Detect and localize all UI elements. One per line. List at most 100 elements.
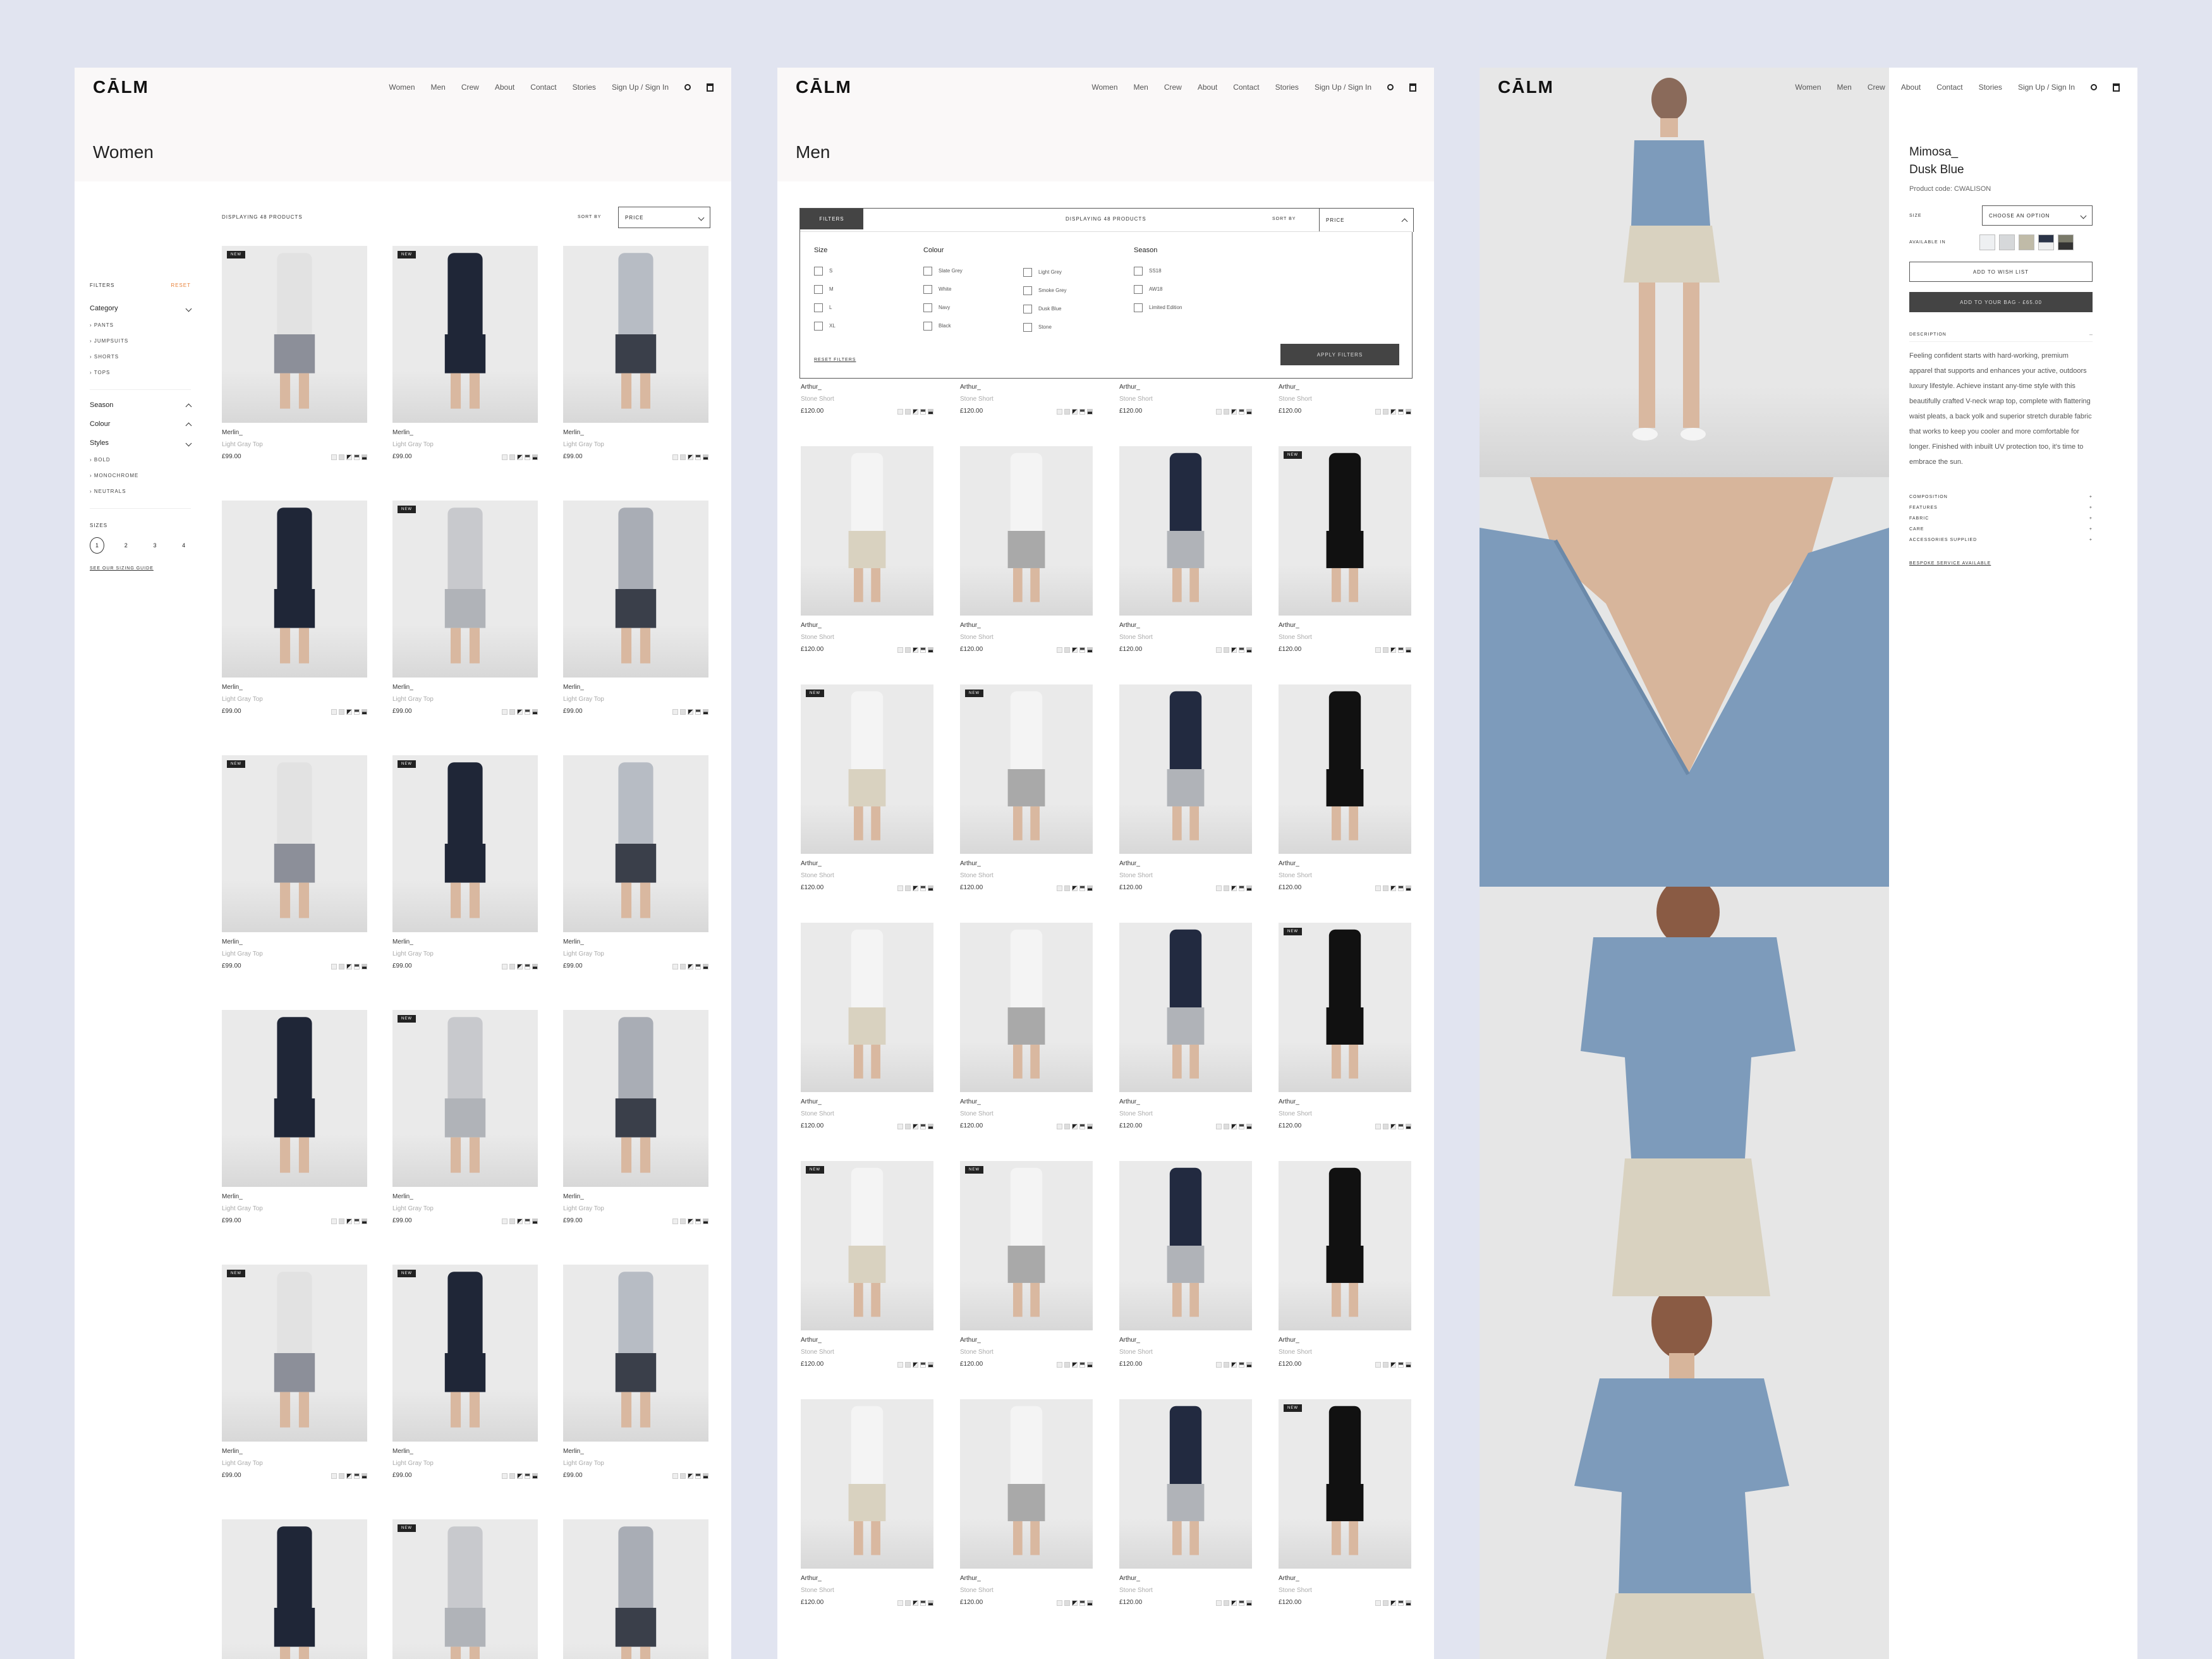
swatch[interactable] — [695, 454, 701, 460]
product-card[interactable]: Arthur_ Stone Short £120.00 — [1119, 923, 1252, 1136]
swatch[interactable] — [1383, 1362, 1389, 1368]
swatch[interactable] — [354, 1473, 360, 1479]
product-image[interactable] — [563, 1519, 708, 1659]
product-card[interactable]: NEW Merlin_ Light Gray Top £99.00 — [392, 1265, 538, 1486]
swatch[interactable] — [517, 1473, 523, 1479]
product-card[interactable]: NEW Arthur_ Stone Short £120.00 — [1279, 1399, 1411, 1613]
swatch[interactable] — [928, 647, 933, 653]
swatch[interactable] — [688, 709, 693, 715]
product-image-closeup[interactable] — [1480, 477, 1889, 887]
sort-select[interactable]: PRICE — [618, 207, 710, 228]
swatch[interactable] — [1231, 647, 1237, 653]
swatch[interactable] — [905, 409, 911, 415]
swatch[interactable] — [362, 454, 367, 460]
product-image[interactable]: NEW — [960, 1161, 1093, 1330]
accordion-accessories[interactable]: ACCESSORIES SUPPLIED + — [1909, 538, 2093, 542]
swatch[interactable] — [928, 1124, 933, 1129]
product-image[interactable]: NEW — [960, 684, 1093, 854]
swatch[interactable] — [703, 964, 708, 969]
swatch[interactable] — [688, 964, 693, 969]
product-card[interactable]: Merlin_ Light Gray Top £99.00 — [563, 1010, 708, 1231]
product-image[interactable]: NEW — [392, 1519, 538, 1659]
product-card[interactable]: NEW Merlin_ Light Gray Top £99.00 — [392, 1010, 538, 1231]
swatch[interactable] — [1375, 647, 1381, 653]
swatch[interactable] — [1239, 885, 1244, 891]
sort-select[interactable]: PRICE — [1319, 208, 1414, 232]
swatch[interactable] — [1375, 885, 1381, 891]
swatch[interactable] — [1383, 1600, 1389, 1606]
style-item[interactable]: › NEUTRALS — [90, 489, 191, 494]
size-checkbox[interactable]: L — [814, 298, 836, 317]
search-icon[interactable] — [2091, 84, 2097, 90]
swatch[interactable] — [695, 964, 701, 969]
product-image[interactable] — [222, 501, 367, 678]
swatch[interactable] — [1064, 1362, 1070, 1368]
swatch[interactable] — [339, 964, 344, 969]
swatch[interactable] — [920, 409, 926, 415]
swatch[interactable] — [703, 709, 708, 715]
size-select[interactable]: CHOOSE AN OPTION — [1982, 205, 2093, 226]
swatch[interactable] — [1057, 1362, 1062, 1368]
product-image[interactable] — [960, 923, 1093, 1092]
product-card[interactable]: NEW Merlin_ Light Gray Top £99.00 — [392, 501, 538, 722]
swatch[interactable] — [354, 454, 360, 460]
product-image[interactable]: NEW — [1279, 923, 1411, 1092]
swatch[interactable] — [1383, 647, 1389, 653]
add-to-bag-button[interactable]: ADD TO YOUR BAG - £65.00 — [1909, 292, 2093, 312]
product-image[interactable] — [222, 1519, 367, 1659]
checkbox[interactable] — [1134, 266, 1143, 276]
product-image[interactable]: NEW — [222, 246, 367, 423]
nav-sign-in[interactable]: Sign Up / Sign In — [2018, 83, 2075, 92]
nav-stories[interactable]: Stories — [573, 83, 596, 92]
product-image[interactable] — [563, 501, 708, 678]
swatch[interactable] — [339, 454, 344, 460]
nav-crew[interactable]: Crew — [1164, 83, 1182, 92]
product-image[interactable] — [1119, 446, 1252, 616]
product-card[interactable]: NEW Arthur_ Stone Short £120.00 — [1279, 446, 1411, 660]
swatch[interactable] — [1224, 885, 1229, 891]
swatch[interactable] — [897, 1600, 903, 1606]
swatch[interactable] — [1398, 1124, 1404, 1129]
nav-crew[interactable]: Crew — [1868, 83, 1885, 92]
swatch[interactable] — [672, 1218, 678, 1224]
product-card[interactable]: Merlin_ Light Gray Top £99.00 — [563, 501, 708, 722]
colour-checkbox[interactable]: Stone — [1023, 318, 1066, 336]
swatch[interactable] — [1216, 885, 1222, 891]
swatch[interactable] — [897, 1362, 903, 1368]
product-card[interactable]: Arthur_ Stone Short £120.00 — [1119, 684, 1252, 898]
swatch[interactable] — [502, 1473, 507, 1479]
swatch[interactable] — [509, 1218, 515, 1224]
nav-women[interactable]: Women — [389, 83, 415, 92]
swatch[interactable] — [502, 709, 507, 715]
brand-logo[interactable]: CĀLM — [93, 77, 149, 97]
swatch[interactable] — [525, 1473, 530, 1479]
colour-checkbox[interactable]: Dusk Blue — [1023, 300, 1066, 318]
nav-contact[interactable]: Contact — [1936, 83, 1962, 92]
swatch[interactable] — [920, 1124, 926, 1129]
size-option[interactable]: 1 — [90, 537, 104, 554]
nav-stories[interactable]: Stories — [1979, 83, 2002, 92]
product-card[interactable]: Arthur_ Stone Short £120.00 — [801, 1399, 933, 1613]
swatch[interactable] — [1057, 1124, 1062, 1129]
swatch[interactable] — [509, 1473, 515, 1479]
product-card[interactable]: NEW Arthur_ Stone Short £120.00 — [801, 1161, 933, 1375]
swatch[interactable] — [1216, 647, 1222, 653]
product-image[interactable]: NEW — [801, 684, 933, 854]
product-card[interactable]: NEW Merlin_ Light Gray Top £99.00 — [222, 1265, 367, 1486]
swatch[interactable] — [928, 1362, 933, 1368]
product-image[interactable] — [563, 1265, 708, 1442]
swatch-stone[interactable] — [2019, 234, 2034, 250]
filters-tab[interactable]: FILTERS — [800, 209, 863, 229]
swatch[interactable] — [920, 885, 926, 891]
swatch[interactable] — [913, 647, 918, 653]
product-image[interactable]: NEW — [392, 246, 538, 423]
swatch[interactable] — [703, 1473, 708, 1479]
swatch[interactable] — [346, 1218, 352, 1224]
swatch[interactable] — [680, 1473, 686, 1479]
product-image[interactable] — [1119, 1161, 1252, 1330]
swatch[interactable] — [688, 454, 693, 460]
swatch[interactable] — [362, 1218, 367, 1224]
swatch[interactable] — [680, 709, 686, 715]
product-image[interactable] — [1279, 1161, 1411, 1330]
product-card[interactable]: NEW Arthur_ Stone Short £120.00 — [801, 684, 933, 898]
